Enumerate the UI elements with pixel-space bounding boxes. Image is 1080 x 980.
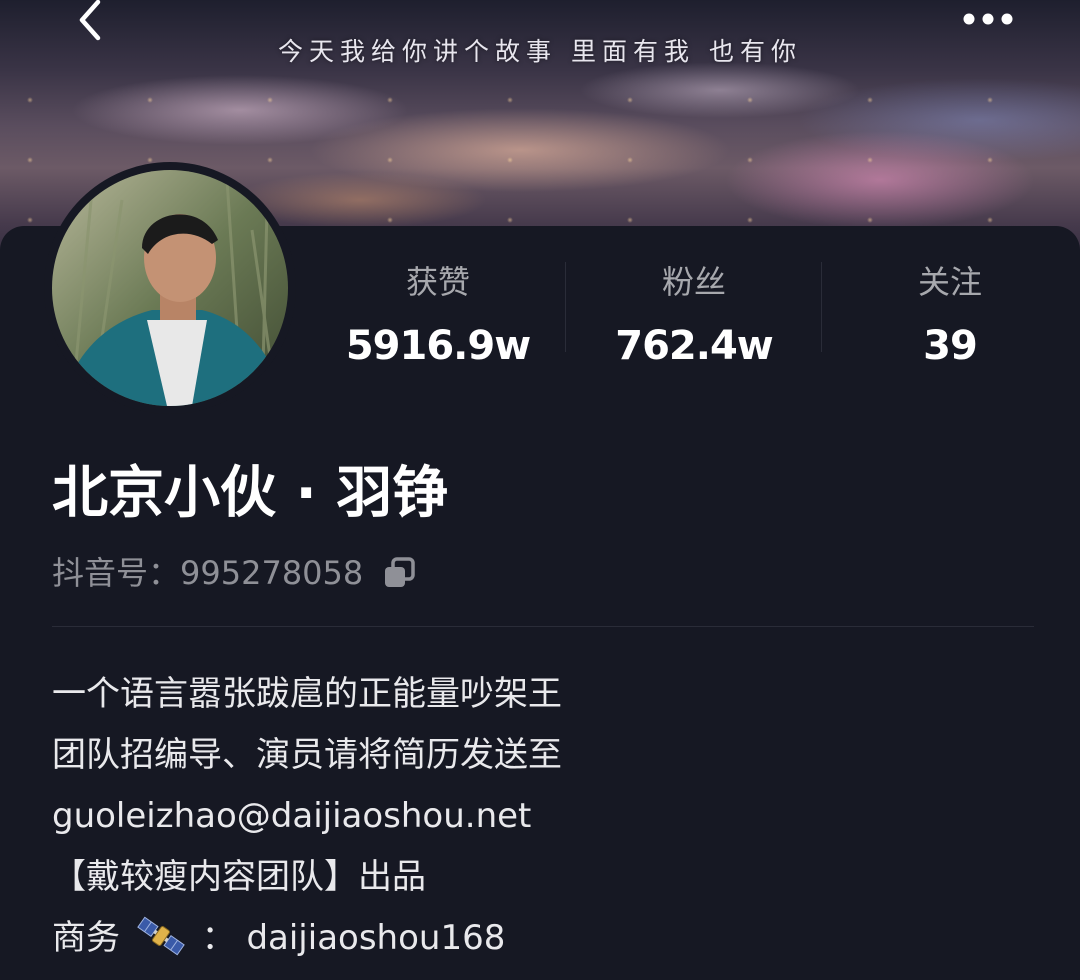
banner-slogan: 今天我给你讲个故事 里面有我 也有你 <box>278 37 802 66</box>
stat-following-label: 关注 <box>917 263 982 301</box>
douyin-id-row: 抖音号： 995278058 <box>52 550 417 596</box>
stat-following-value: 39 <box>923 323 978 369</box>
douyin-id-value: 995278058 <box>180 554 364 592</box>
bio-line: 【戴较瘦内容团队】出品 <box>52 857 426 897</box>
stat-followers[interactable]: 粉丝 762.4w <box>566 258 822 368</box>
avatar-image <box>52 170 288 406</box>
bio-line: 团队招编导、演员请将简历发送至 <box>52 735 562 775</box>
profile-screen: 今天我给你讲个故事 里面有我 也有你 获赞 5916.9w 粉丝 762.4w … <box>0 0 1080 980</box>
stat-likes-label: 获赞 <box>405 263 470 301</box>
bio-line: 一个语言嚣张跋扈的正能量吵架王 <box>52 674 562 714</box>
stat-likes[interactable]: 获赞 5916.9w <box>310 258 566 368</box>
stats-row: 获赞 5916.9w 粉丝 762.4w 关注 39 <box>310 258 1080 368</box>
copy-icon[interactable] <box>381 555 417 591</box>
stat-followers-value: 762.4w <box>615 323 773 369</box>
profile-bio: 一个语言嚣张跋扈的正能量吵架王 团队招编导、演员请将简历发送至 guoleizh… <box>52 664 1032 969</box>
stat-followers-label: 粉丝 <box>661 263 726 301</box>
stat-following[interactable]: 关注 39 <box>822 258 1078 368</box>
bio-business-separator: ： <box>201 918 236 958</box>
bio-business-prefix: 商务 <box>52 918 120 958</box>
profile-name: 北京小伙 · 羽铮 <box>52 461 449 526</box>
bio-business-value: daijiaoshou168 <box>246 918 506 958</box>
satellite-icon <box>137 916 185 956</box>
douyin-id-label: 抖音号： <box>52 554 181 592</box>
bio-line: guoleizhao@daijiaoshou.net <box>52 796 532 836</box>
stat-likes-value: 5916.9w <box>345 323 531 369</box>
more-horizontal-icon[interactable] <box>960 8 1016 30</box>
bio-business-line: 商务 ： daijiaoshou168 <box>52 908 1032 969</box>
avatar[interactable] <box>52 170 288 406</box>
section-divider <box>52 626 1034 627</box>
